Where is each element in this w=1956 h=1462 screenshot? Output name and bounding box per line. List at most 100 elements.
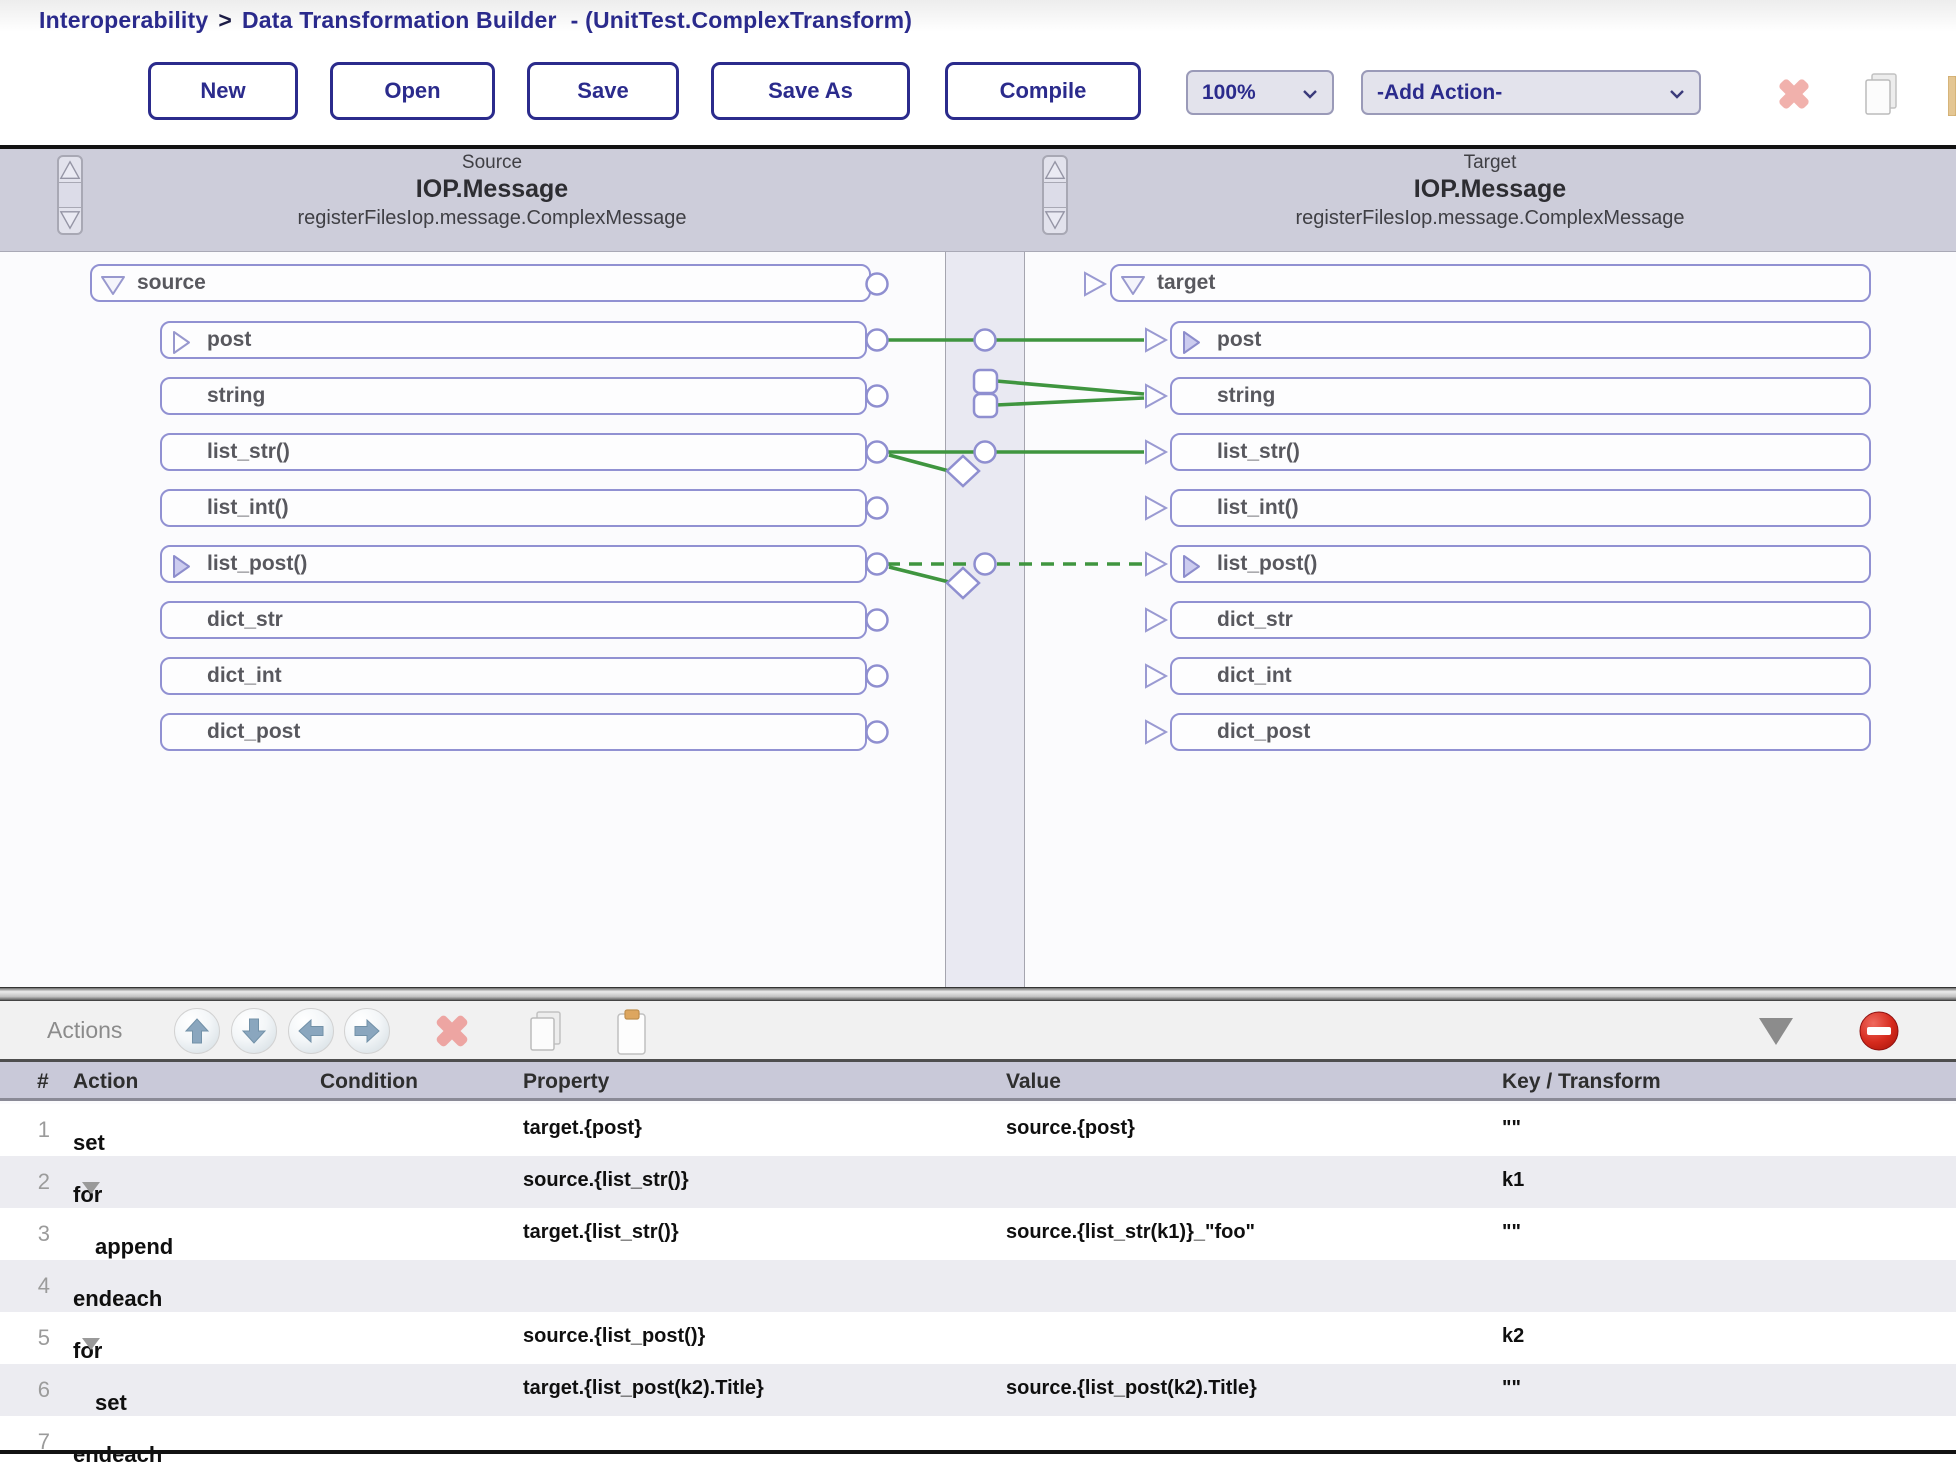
expand-icon[interactable]: [1180, 554, 1202, 585]
expand-icon[interactable]: [170, 554, 192, 585]
tree-node-target-string[interactable]: string: [1170, 377, 1871, 415]
foreach-dropdown-icon[interactable]: [82, 1338, 100, 1350]
tree-node-target-list-str[interactable]: list_str(): [1170, 433, 1871, 471]
delete-icon[interactable]: [1774, 74, 1814, 119]
scroll-down-icon[interactable]: [59, 208, 81, 232]
actions-table-header: # Action Condition Property Value Key / …: [0, 1062, 1956, 1101]
tree-node-target-dict-str[interactable]: dict_str: [1170, 601, 1871, 639]
source-port-list-int[interactable]: [867, 498, 888, 519]
collapse-icon[interactable]: [100, 273, 126, 303]
connection-list-post-foreach[interactable]: [889, 567, 949, 582]
breadcrumb-section[interactable]: Interoperability: [39, 7, 208, 33]
action-row-3[interactable]: 3 append target.{list_str()} source.{lis…: [0, 1208, 1956, 1260]
expand-icon[interactable]: [1180, 330, 1202, 361]
add-action-value: -Add Action-: [1377, 81, 1502, 105]
add-action-select[interactable]: -Add Action-: [1361, 70, 1701, 115]
new-button[interactable]: New: [148, 62, 298, 120]
tree-node-target-list-post[interactable]: list_post(): [1170, 545, 1871, 583]
action-row-2[interactable]: 2 for each source.{list_str()} k1: [0, 1156, 1956, 1208]
zoom-select[interactable]: 100%: [1186, 70, 1334, 115]
target-port-list-int[interactable]: [1146, 497, 1166, 519]
move-down-button[interactable]: [231, 1008, 277, 1054]
tree-node-source-list-post[interactable]: list_post(): [160, 545, 867, 583]
action-row-1[interactable]: 1 set target.{post} source.{post} "": [0, 1104, 1956, 1156]
row-key: k1: [1502, 1169, 1524, 1192]
collapse-icon[interactable]: [1120, 273, 1146, 303]
row-property: target.{list_str()}: [523, 1221, 679, 1244]
tree-node-source-dict-post[interactable]: dict_post: [160, 713, 867, 751]
foreach-dropdown-icon[interactable]: [82, 1182, 100, 1194]
paste-icon-clipped[interactable]: [1948, 76, 1956, 121]
expand-icon[interactable]: [170, 330, 192, 361]
save-button[interactable]: Save: [527, 62, 679, 120]
target-port-string[interactable]: [1146, 385, 1166, 407]
action-row-6[interactable]: 6 set target.{list_post(k2).Title} sourc…: [0, 1364, 1956, 1416]
paste-icon: [612, 1008, 652, 1058]
breadcrumb: Interoperability>Data Transformation Bui…: [39, 7, 912, 34]
col-header-num: #: [37, 1070, 49, 1094]
action-row-4[interactable]: 4 endeach: [0, 1260, 1956, 1312]
panel-splitter[interactable]: [0, 987, 1956, 1001]
collapse-actions-button[interactable]: [1756, 1016, 1796, 1046]
col-header-property: Property: [523, 1070, 609, 1094]
target-port-dict-int[interactable]: [1146, 665, 1166, 687]
indent-button[interactable]: [344, 1008, 390, 1054]
source-port-dict-str[interactable]: [867, 610, 888, 631]
arrow-right-icon: [350, 1014, 384, 1048]
tree-node-source-list-str[interactable]: list_str(): [160, 433, 867, 471]
move-up-button[interactable]: [174, 1008, 220, 1054]
tree-node-label: post: [207, 328, 251, 352]
tree-node-label: dict_post: [1217, 720, 1310, 744]
action-row-5[interactable]: 5 for each source.{list_post()} k2: [0, 1312, 1956, 1364]
action-row-7[interactable]: 7 endeach: [0, 1416, 1956, 1462]
source-port-string[interactable]: [867, 386, 888, 407]
scroll-up-icon[interactable]: [59, 158, 81, 182]
source-port-dict-int[interactable]: [867, 666, 888, 687]
tree-node-target-post[interactable]: post: [1170, 321, 1871, 359]
paste-action-button[interactable]: [610, 1008, 654, 1058]
source-port-list-post[interactable]: [867, 554, 888, 575]
target-port-dict-post[interactable]: [1146, 721, 1166, 743]
tree-node-source-string[interactable]: string: [160, 377, 867, 415]
target-port-dict-str[interactable]: [1146, 609, 1166, 631]
source-port-post[interactable]: [867, 330, 888, 351]
target-port-post[interactable]: [1146, 329, 1166, 351]
open-button[interactable]: Open: [330, 62, 495, 120]
save-as-button[interactable]: Save As: [711, 62, 910, 120]
scroll-up-icon[interactable]: [1044, 158, 1066, 182]
target-port-list-post[interactable]: [1146, 553, 1166, 575]
data-transformation-builder-window: Interoperability>Data Transformation Bui…: [0, 0, 1956, 1462]
source-type-name: registerFilesIop.message.ComplexMessage: [130, 207, 854, 230]
tree-node-target-dict-int[interactable]: dict_int: [1170, 657, 1871, 695]
copy-icon[interactable]: [1860, 70, 1902, 123]
copy-action-button[interactable]: [524, 1008, 568, 1056]
connection-list-str-foreach[interactable]: [889, 455, 949, 471]
source-port-dict-post[interactable]: [867, 722, 888, 743]
tree-node-source-list-int[interactable]: list_int(): [160, 489, 867, 527]
tree-node-label: list_str(): [1217, 440, 1300, 464]
tree-node-target-root[interactable]: target: [1110, 264, 1871, 302]
tree-node-target-list-int[interactable]: list_int(): [1170, 489, 1871, 527]
tree-node-source-post[interactable]: post: [160, 321, 867, 359]
target-scroll-widget[interactable]: [1042, 155, 1068, 235]
source-scroll-widget[interactable]: [57, 155, 83, 235]
scroll-down-icon[interactable]: [1044, 208, 1066, 232]
delete-action-button[interactable]: [428, 1008, 476, 1054]
target-port-list-str[interactable]: [1146, 441, 1166, 463]
row-key: "": [1502, 1117, 1521, 1140]
row-value: source.{list_str(k1)}_"foo": [1006, 1221, 1255, 1244]
tree-node-source-dict-str[interactable]: dict_str: [160, 601, 867, 639]
tree-node-source-dict-int[interactable]: dict_int: [160, 657, 867, 695]
row-value: source.{list_post(k2).Title}: [1006, 1377, 1257, 1400]
compile-button[interactable]: Compile: [945, 62, 1141, 120]
remove-button[interactable]: [1856, 1008, 1902, 1054]
source-port-list-str[interactable]: [867, 442, 888, 463]
breadcrumb-page[interactable]: Data Transformation Builder: [242, 7, 557, 33]
outdent-button[interactable]: [288, 1008, 334, 1054]
row-value: source.{post}: [1006, 1117, 1135, 1140]
tree-node-target-dict-post[interactable]: dict_post: [1170, 713, 1871, 751]
scroll-thumb[interactable]: [59, 182, 81, 208]
tree-node-source-root[interactable]: source: [90, 264, 871, 302]
target-port-root[interactable]: [1085, 273, 1105, 295]
scroll-thumb[interactable]: [1044, 182, 1066, 208]
